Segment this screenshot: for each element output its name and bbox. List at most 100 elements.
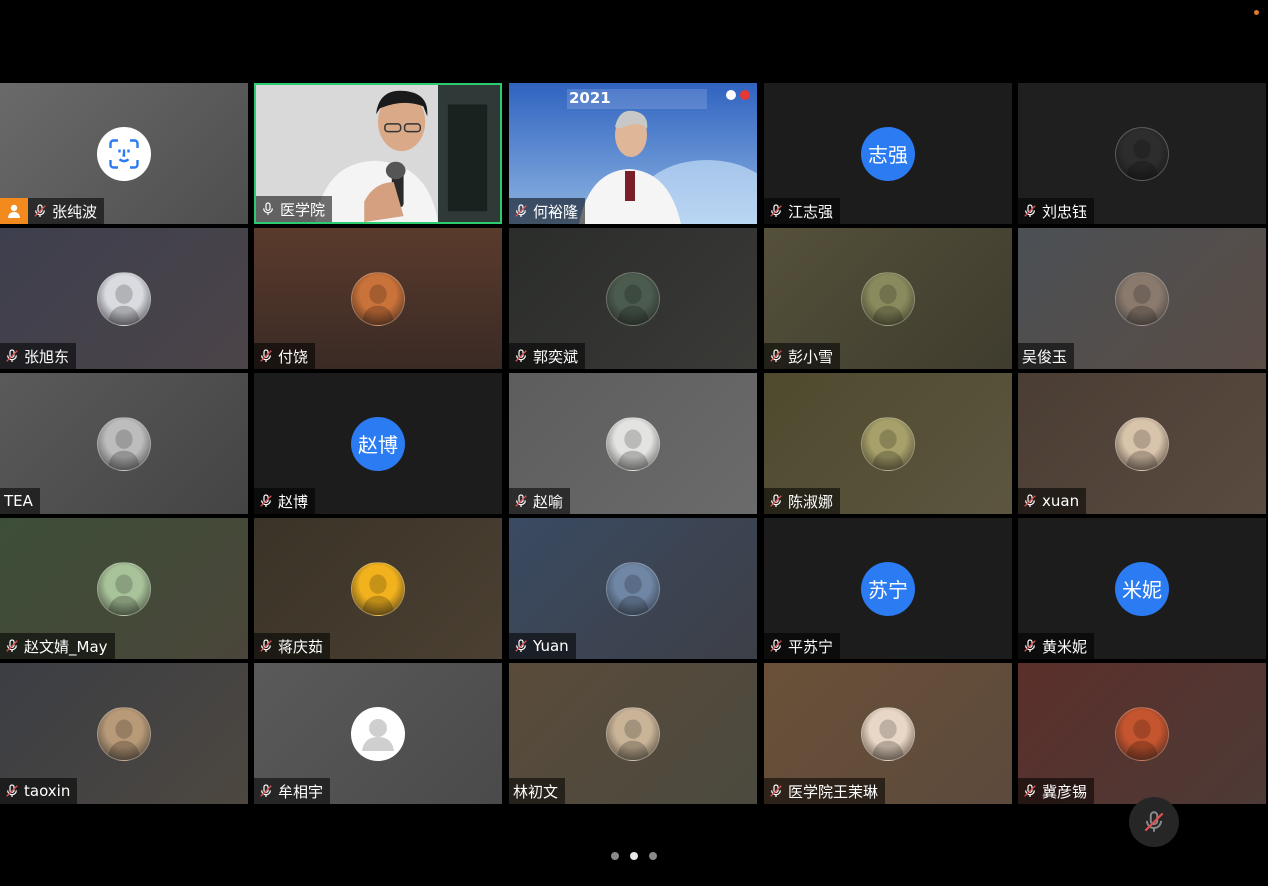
participant-tile[interactable]: 付饶: [254, 228, 502, 369]
participant-avatar: [1115, 126, 1169, 181]
page-dot[interactable]: [630, 852, 638, 860]
participant-avatar: 赵博: [351, 416, 405, 471]
participant-avatar: 苏宁: [861, 561, 915, 616]
mic-muted-icon: [1022, 203, 1038, 219]
participant-tile[interactable]: 米妮 黄米妮: [1018, 518, 1266, 659]
mic-muted-icon: [4, 348, 20, 364]
participant-name: taoxin: [24, 782, 71, 800]
page-indicator[interactable]: [0, 852, 1268, 862]
participant-tile[interactable]: 苏宁平苏宁: [764, 518, 1012, 659]
participant-tile[interactable]: 赵喻: [509, 373, 757, 514]
participant-name-tag: 彭小雪: [764, 343, 841, 369]
participant-tile[interactable]: 医学院王茉琳: [764, 663, 1012, 804]
participant-tile[interactable]: 郭奕斌: [509, 228, 757, 369]
participant-tile[interactable]: 彭小雪: [764, 228, 1012, 369]
person-placeholder-icon: [362, 718, 394, 751]
profile-photo: [1125, 429, 1159, 470]
mic-muted-icon: [32, 203, 48, 219]
svg-text:2021: 2021: [569, 89, 611, 107]
participant-tile[interactable]: 牟相宇: [254, 663, 502, 804]
participant-name: 医学院: [280, 200, 326, 219]
profile-photo: [361, 574, 395, 615]
participant-avatar: [1115, 271, 1169, 326]
participant-tile[interactable]: 赵文婧_May: [0, 518, 248, 659]
participant-avatar: [97, 561, 151, 616]
participant-name-tag: 医学院王茉琳: [764, 778, 886, 804]
participant-avatar: [606, 271, 660, 326]
participant-name: 林初文: [513, 782, 559, 801]
participant-name: 吴俊玉: [1022, 347, 1068, 366]
participant-name: 张纯波: [52, 202, 98, 221]
participant-avatar: [861, 416, 915, 471]
mic-muted-icon: [513, 638, 529, 654]
participant-tile[interactable]: 赵博 赵博: [254, 373, 502, 514]
participant-tile[interactable]: xuan: [1018, 373, 1266, 514]
participant-tile[interactable]: 张纯波: [0, 83, 248, 224]
participant-name: Yuan: [533, 637, 569, 655]
host-badge: [0, 198, 28, 224]
participant-name-tag: Yuan: [509, 633, 576, 659]
participant-avatar: [1115, 706, 1169, 761]
participant-name-tag: taoxin: [0, 778, 78, 804]
participant-tile[interactable]: 刘忠钰: [1018, 83, 1266, 224]
participant-tile[interactable]: 张旭东: [0, 228, 248, 369]
profile-photo: [107, 574, 141, 615]
participant-avatar: [861, 271, 915, 326]
participant-name: xuan: [1042, 492, 1080, 510]
participant-avatar: [606, 706, 660, 761]
participant-avatar: [351, 271, 405, 326]
mic-muted-icon: [1022, 783, 1038, 799]
participant-name-tag: TEA: [0, 488, 40, 514]
participant-name: 刘忠钰: [1042, 202, 1088, 221]
participant-name-tag: 江志强: [764, 198, 841, 224]
avatar-initials: 苏宁: [868, 578, 908, 602]
participant-tile[interactable]: taoxin: [0, 663, 248, 804]
participant-name-tag: 医学院: [256, 196, 333, 222]
mic-muted-icon: [1022, 493, 1038, 509]
participant-avatar: [1115, 416, 1169, 471]
participant-tile[interactable]: TEA: [0, 373, 248, 514]
participant-name: 平苏宁: [788, 637, 834, 656]
avatar-initials: 赵博: [358, 433, 398, 457]
mic-muted-icon: [1144, 811, 1164, 832]
participant-name-tag: 张纯波: [28, 198, 105, 224]
page-dot[interactable]: [611, 852, 619, 860]
profile-photo: [871, 719, 905, 760]
participant-name: 付饶: [278, 347, 309, 366]
mic-muted-icon: [513, 493, 529, 509]
page-dot[interactable]: [649, 852, 657, 860]
participant-name-tag: 陈淑娜: [764, 488, 841, 514]
participant-avatar: [97, 416, 151, 471]
participant-avatar: 米妮: [1115, 561, 1169, 616]
participant-name-tag: 牟相宇: [254, 778, 331, 804]
participant-tile[interactable]: 陈淑娜: [764, 373, 1012, 514]
participant-avatar: [97, 126, 151, 181]
participant-name-tag: 何裕隆: [509, 198, 586, 224]
participant-tile[interactable]: 冀彦锡: [1018, 663, 1266, 804]
participant-avatar: [97, 271, 151, 326]
participant-tile[interactable]: 林初文: [509, 663, 757, 804]
participant-name-tag: 赵博: [254, 488, 316, 514]
participant-name: 张旭东: [24, 347, 70, 366]
mic-muted-icon: [513, 348, 529, 364]
participant-name: 蒋庆茹: [278, 637, 324, 656]
participant-tile[interactable]: 吴俊玉: [1018, 228, 1266, 369]
profile-photo: [616, 429, 650, 470]
profile-photo: [361, 284, 395, 325]
participant-tile[interactable]: 蒋庆茹: [254, 518, 502, 659]
mic-muted-icon: [513, 203, 529, 219]
participant-tile[interactable]: Yuan: [509, 518, 757, 659]
participant-tile[interactable]: 医学院: [254, 83, 502, 224]
participant-name-tag: 张旭东: [0, 343, 77, 369]
mic-muted-icon: [4, 783, 20, 799]
participant-name: 郭奕斌: [533, 347, 579, 366]
participant-name: 何裕隆: [533, 202, 579, 221]
participant-avatar: 志强: [861, 126, 915, 181]
profile-photo: [871, 429, 905, 470]
participant-name: 赵博: [278, 492, 309, 511]
participant-tile[interactable]: 2021 何裕隆: [509, 83, 757, 224]
profile-photo: [616, 284, 650, 325]
mute-toggle-button[interactable]: [1129, 797, 1179, 847]
mic-muted-icon: [768, 638, 784, 654]
participant-tile[interactable]: 志强 江志强: [764, 83, 1012, 224]
